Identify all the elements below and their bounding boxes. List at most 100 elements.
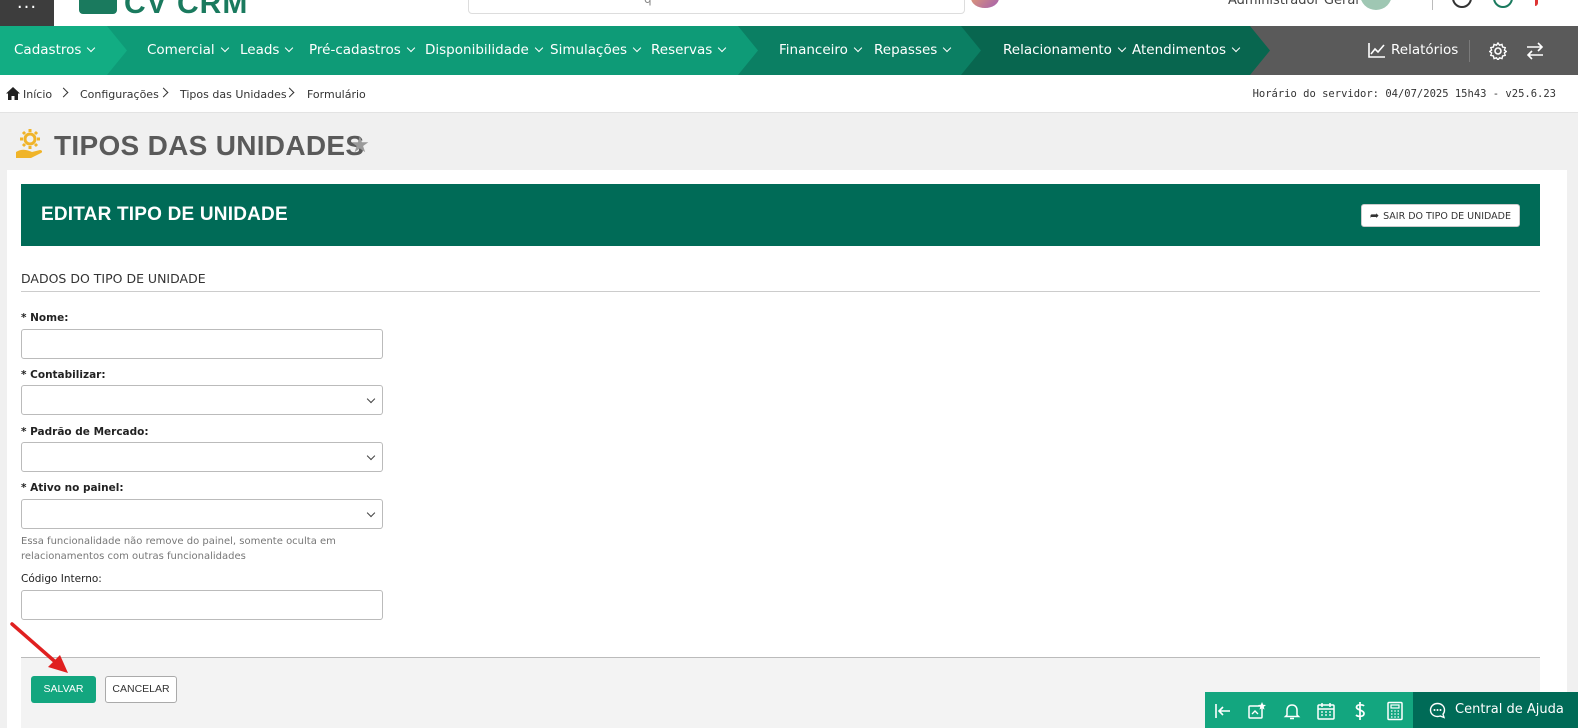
nav-item-cadastros[interactable]: Cadastros bbox=[14, 26, 96, 75]
chevron-down-icon bbox=[1231, 43, 1241, 53]
share-arrow-icon: ➦ bbox=[1369, 209, 1380, 222]
save-button[interactable]: SALVAR bbox=[31, 676, 96, 703]
status-circle-icon[interactable] bbox=[1493, 0, 1513, 8]
chevron-down-icon bbox=[220, 43, 229, 53]
padrao-mercado-select[interactable] bbox=[21, 442, 383, 472]
codigo-interno-label: Código Interno: bbox=[21, 573, 102, 585]
calculator-icon[interactable] bbox=[1385, 701, 1405, 721]
chevron-down-icon bbox=[632, 43, 642, 53]
nav-item-simulacoes[interactable]: Simulações bbox=[550, 26, 642, 75]
apps-menu-button[interactable]: ... bbox=[0, 0, 54, 26]
logo-icon bbox=[79, 0, 117, 14]
chevron-down-icon bbox=[366, 508, 376, 518]
chevron-right-icon bbox=[58, 87, 69, 98]
calendar-icon[interactable] bbox=[1316, 701, 1336, 721]
collapse-left-icon[interactable] bbox=[1213, 701, 1233, 721]
contabilizar-select[interactable] bbox=[21, 385, 383, 415]
exit-button-label: SAIR DO TIPO DE UNIDADE bbox=[1383, 211, 1511, 222]
bottom-toolbar bbox=[1205, 692, 1413, 728]
nav-item-leads[interactable]: Leads bbox=[240, 26, 294, 75]
chevron-down-icon bbox=[1117, 43, 1127, 53]
section-title: DADOS DO TIPO DE UNIDADE bbox=[21, 271, 206, 286]
nav-item-label: Comercial bbox=[147, 42, 215, 58]
padrao-mercado-label: * Padrão de Mercado: bbox=[21, 426, 149, 438]
swap-arrows-icon[interactable] bbox=[1525, 42, 1545, 60]
nome-label: * Nome: bbox=[21, 312, 69, 324]
chevron-right-icon bbox=[158, 87, 169, 98]
gear-icon[interactable] bbox=[1489, 42, 1507, 60]
main-nav: Cadastros Comercial Leads Pré-cadastros … bbox=[0, 26, 1578, 75]
divider bbox=[1432, 0, 1433, 10]
nav-item-relacionamento[interactable]: Relacionamento bbox=[1003, 26, 1127, 75]
breadcrumb-home[interactable]: Início bbox=[23, 88, 52, 101]
user-avatar[interactable] bbox=[1360, 0, 1392, 10]
reports-label: Relatórios bbox=[1391, 42, 1459, 58]
nav-item-label: Atendimentos bbox=[1132, 42, 1227, 58]
nav-item-financeiro[interactable]: Financeiro bbox=[779, 26, 863, 75]
nav-item-disponibilidade[interactable]: Disponibilidade bbox=[425, 26, 544, 75]
company-avatar[interactable] bbox=[971, 0, 999, 8]
line-chart-icon bbox=[1368, 43, 1385, 58]
user-name[interactable]: Administrador Geral bbox=[1228, 0, 1359, 8]
global-search-input[interactable] bbox=[468, 0, 965, 14]
nav-item-label: Repasses bbox=[874, 42, 938, 58]
breadcrumb-tipos-unidades[interactable]: Tipos das Unidades bbox=[180, 88, 287, 101]
nav-item-repasses[interactable]: Repasses bbox=[874, 26, 952, 75]
breadcrumb: Início Configurações Tipos das Unidades … bbox=[0, 75, 1578, 113]
help-center-label: Central de Ajuda bbox=[1455, 702, 1564, 717]
chevron-down-icon bbox=[366, 451, 376, 461]
nav-item-label: Disponibilidade bbox=[425, 42, 529, 58]
calendar-star-icon[interactable] bbox=[1247, 701, 1267, 721]
contabilizar-label: * Contabilizar: bbox=[21, 369, 106, 381]
chevron-down-icon bbox=[366, 394, 376, 404]
help-center-button[interactable]: Central de Ajuda bbox=[1413, 692, 1578, 728]
chevron-down-icon bbox=[718, 43, 727, 53]
exit-unit-type-button[interactable]: ➦ SAIR DO TIPO DE UNIDADE bbox=[1360, 204, 1520, 227]
ativo-painel-label: * Ativo no painel: bbox=[21, 482, 124, 494]
chevron-down-icon bbox=[534, 43, 544, 53]
nav-item-label: Leads bbox=[240, 42, 280, 58]
bell-icon[interactable] bbox=[1282, 701, 1302, 721]
chevron-down-icon bbox=[87, 43, 96, 53]
nav-item-label: Simulações bbox=[550, 42, 628, 58]
nav-item-label: Cadastros bbox=[14, 42, 82, 58]
card-header: EDITAR TIPO DE UNIDADE ➦ SAIR DO TIPO DE … bbox=[21, 184, 1540, 246]
chat-bubble-icon bbox=[1429, 702, 1446, 719]
chevron-down-icon bbox=[943, 43, 952, 53]
server-time: Horário do servidor: 04/07/2025 15h43 - … bbox=[1252, 88, 1556, 100]
nav-item-reservas[interactable]: Reservas bbox=[651, 26, 727, 75]
card-title: EDITAR TIPO DE UNIDADE bbox=[41, 204, 288, 225]
chevron-down-icon bbox=[285, 43, 294, 53]
nav-item-pre-cadastros[interactable]: Pré-cadastros bbox=[309, 26, 415, 75]
nav-item-label: Financeiro bbox=[779, 42, 848, 58]
nav-item-label: Pré-cadastros bbox=[309, 42, 401, 58]
dollar-icon[interactable] bbox=[1350, 701, 1370, 721]
chevron-down-icon bbox=[853, 43, 863, 53]
logout-icon[interactable] bbox=[1528, 0, 1538, 6]
chevron-down-icon bbox=[406, 43, 415, 53]
form-card: EDITAR TIPO DE UNIDADE ➦ SAIR DO TIPO DE … bbox=[7, 170, 1567, 728]
page-title: TIPOS DAS UNIDADES bbox=[54, 130, 365, 161]
logo-text: CV CRM bbox=[124, 0, 249, 20]
breadcrumb-formulario: Formulário bbox=[307, 88, 366, 101]
divider bbox=[1469, 40, 1470, 62]
divider bbox=[21, 291, 1540, 292]
ativo-painel-help: Essa funcionalidade não remove do painel… bbox=[21, 536, 336, 562]
cancel-button[interactable]: CANCELAR bbox=[105, 676, 177, 703]
nav-item-label: Reservas bbox=[651, 42, 713, 58]
ativo-painel-select[interactable] bbox=[21, 499, 383, 529]
reports-link[interactable]: Relatórios bbox=[1368, 26, 1458, 75]
nav-item-comercial[interactable]: Comercial bbox=[147, 26, 229, 75]
codigo-interno-input[interactable] bbox=[21, 590, 383, 620]
help-circle-icon[interactable] bbox=[1452, 0, 1472, 8]
settings-hand-icon bbox=[16, 129, 43, 158]
favorite-star-icon[interactable]: ★ bbox=[350, 133, 370, 158]
nav-item-atendimentos[interactable]: Atendimentos bbox=[1132, 26, 1241, 75]
search-hint-text: q bbox=[644, 0, 652, 6]
nome-input[interactable] bbox=[21, 329, 383, 359]
top-header: ... CV CRM q Administrador Geral bbox=[0, 0, 1578, 26]
home-icon[interactable] bbox=[6, 87, 20, 100]
breadcrumb-configuracoes[interactable]: Configurações bbox=[80, 88, 159, 101]
annotation-arrow-icon bbox=[10, 622, 68, 673]
nav-item-label: Relacionamento bbox=[1003, 42, 1112, 58]
